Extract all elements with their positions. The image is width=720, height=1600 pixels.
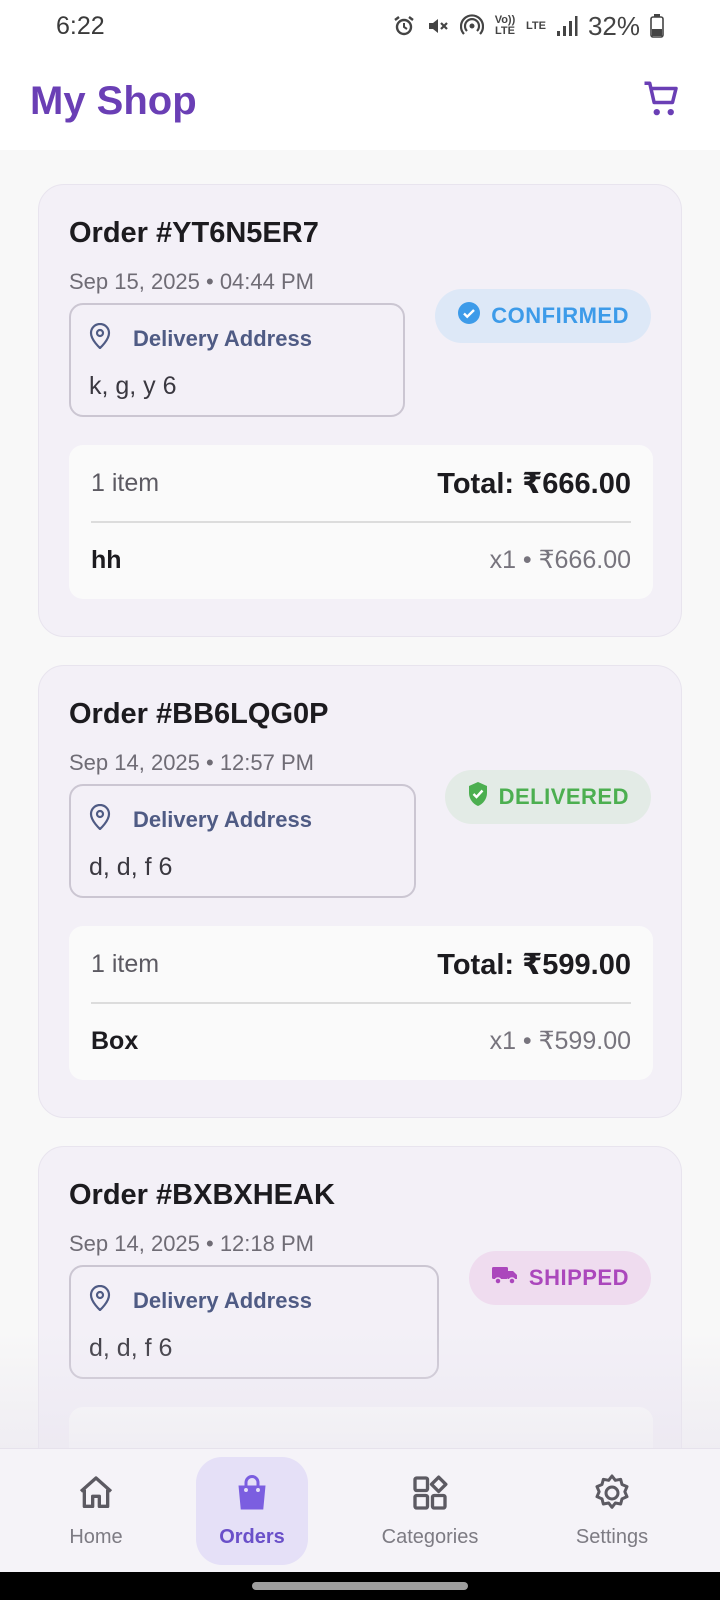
list-item: hh x1 • ₹666.00 [91, 525, 631, 595]
mute-icon [426, 14, 450, 38]
nav-item-home[interactable]: Home [46, 1457, 146, 1565]
address-value: d, d, f 6 [89, 1334, 173, 1362]
nav-item-settings[interactable]: Settings [556, 1457, 668, 1565]
location-pin-icon [89, 1284, 111, 1316]
order-items-panel: 1 item Total: ₹599.00 Box x1 • ₹599.00 [69, 926, 653, 1080]
check-circle-icon [457, 301, 481, 331]
hotspot-icon [459, 14, 484, 38]
system-navigation-bar [0, 1572, 720, 1600]
delivery-address-box: Delivery Address d, d, f 6 [69, 784, 416, 898]
battery-percent: 32% [587, 10, 640, 41]
status-bar: 6:22 Vo)) LTE LTE 32% [0, 0, 720, 52]
address-label: Delivery Address [133, 325, 312, 351]
list-item: Box x1 • ₹599.00 [91, 1006, 631, 1076]
nav-label: Home [69, 1526, 123, 1548]
order-card[interactable]: Order #BB6LQG0P Sep 14, 2025 • 12:57 PM … [38, 665, 682, 1118]
page-title: My Shop [30, 78, 197, 123]
categories-icon [410, 1473, 450, 1518]
order-items-panel: 1 item Total: ₹666.00 hh x1 • ₹666.00 [69, 445, 653, 599]
app-bar: My Shop [0, 52, 720, 150]
address-label: Delivery Address [133, 806, 312, 832]
truck-icon [491, 1264, 519, 1292]
status-badge: CONFIRMED [435, 289, 651, 343]
order-card[interactable]: Order #YT6N5ER7 Sep 15, 2025 • 04:44 PM … [38, 184, 682, 637]
order-title: Order #BXBXHEAK [69, 1179, 335, 1211]
order-date: Sep 14, 2025 • 12:57 PM [69, 750, 314, 775]
order-title: Order #YT6N5ER7 [69, 217, 319, 249]
order-date: Sep 15, 2025 • 04:44 PM [69, 269, 314, 294]
order-card[interactable]: Order #BXBXHEAK Sep 14, 2025 • 12:18 PM … [38, 1146, 682, 1448]
delivery-address-box: Delivery Address d, d, f 6 [69, 1265, 439, 1379]
address-label: Delivery Address [133, 1287, 312, 1313]
signal-icon [556, 15, 578, 37]
verified-shield-icon [467, 781, 489, 813]
item-count: 1 item [91, 468, 160, 497]
delivery-address-box: Delivery Address k, g, y 6 [69, 303, 405, 417]
status-badge: SHIPPED [468, 1251, 651, 1305]
home-gesture-bar[interactable] [252, 1582, 468, 1590]
volte-label: Vo)) LTE [494, 14, 516, 37]
location-pin-icon [89, 322, 111, 354]
nav-label: Settings [575, 1526, 649, 1548]
status-badge: DELIVERED [444, 770, 651, 824]
order-title: Order #BB6LQG0P [69, 698, 329, 730]
address-value: d, d, f 6 [89, 853, 173, 881]
status-text: DELIVERED [498, 784, 629, 809]
shopping-bag-icon [234, 1473, 270, 1518]
orders-list[interactable]: Order #YT6N5ER7 Sep 15, 2025 • 04:44 PM … [0, 150, 720, 1448]
order-items-panel [69, 1407, 653, 1448]
status-icons: Vo)) LTE LTE 32% [392, 11, 664, 42]
nav-item-categories[interactable]: Categories [368, 1457, 492, 1565]
cart-button[interactable] [634, 73, 690, 129]
status-text: CONFIRMED [491, 303, 629, 328]
item-count: 1 item [91, 949, 160, 978]
battery-icon [650, 14, 664, 38]
alarm-icon [392, 14, 416, 38]
order-total: Total: ₹666.00 [437, 467, 631, 500]
order-date: Sep 14, 2025 • 12:18 PM [69, 1231, 314, 1256]
address-value: k, g, y 6 [89, 372, 177, 400]
home-icon [76, 1473, 116, 1518]
bottom-navigation: Home Orders Categories Settings [0, 1448, 720, 1572]
item-name: hh [91, 545, 122, 574]
shopping-cart-icon [641, 78, 683, 125]
location-pin-icon [89, 803, 111, 835]
status-time: 6:22 [56, 11, 105, 40]
item-qty-price: x1 • ₹599.00 [489, 1027, 631, 1055]
item-name: Box [91, 1026, 139, 1055]
nav-label: Orders [219, 1526, 285, 1548]
nav-item-orders[interactable]: Orders [196, 1457, 308, 1565]
nav-label: Categories [381, 1526, 479, 1548]
gear-icon [592, 1473, 632, 1518]
order-total: Total: ₹599.00 [437, 948, 631, 981]
status-text: SHIPPED [528, 1265, 629, 1290]
item-qty-price: x1 • ₹666.00 [489, 546, 631, 574]
lte-label: LTE [525, 19, 546, 32]
